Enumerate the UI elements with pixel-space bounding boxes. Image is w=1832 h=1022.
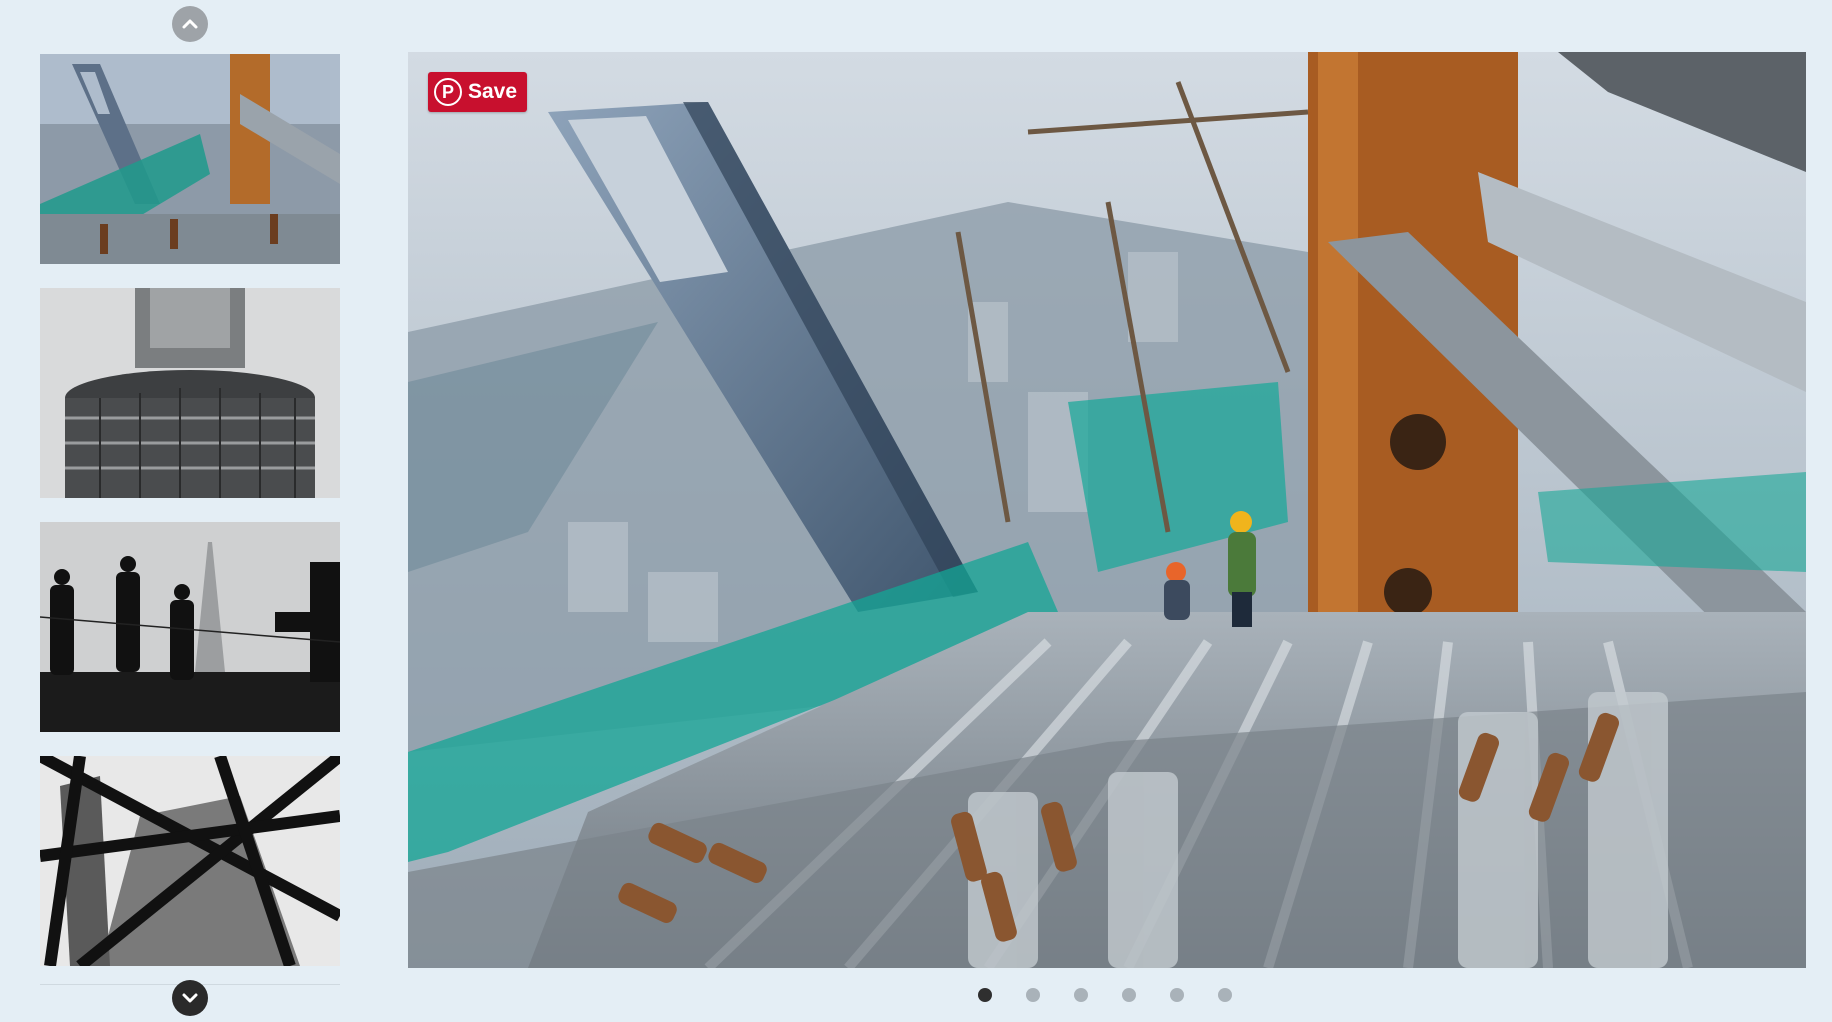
main-photo[interactable]: P Save [408,52,1806,968]
thumbnail-image [40,288,340,498]
pagination-dot-2[interactable] [1026,988,1040,1002]
pinterest-save-button[interactable]: P Save [428,72,528,112]
pagination-dot-4[interactable] [1122,988,1136,1002]
chevron-down-icon [182,993,198,1003]
thumbnails-scroll-down-button[interactable] [172,980,208,1016]
thumbnails-scroll-up-button[interactable] [172,6,208,42]
pagination-dot-6[interactable] [1218,988,1232,1002]
thumbnail-image [40,522,340,732]
pagination-dot-3[interactable] [1074,988,1088,1002]
thumbnail-3[interactable] [40,522,340,732]
thumbnail-image [40,54,340,264]
main-photo-image [408,52,1806,968]
pagination-dot-5[interactable] [1170,988,1184,1002]
pinterest-icon: P [434,78,462,106]
thumbnail-4[interactable] [40,756,340,966]
chevron-up-icon [182,19,198,29]
thumbnail-2[interactable] [40,288,340,498]
pin-save-label: Save [468,80,518,103]
slide-pagination [978,988,1232,1002]
thumbnail-image [40,756,340,966]
thumbnail-1[interactable] [40,54,340,264]
pagination-dot-1[interactable] [978,988,992,1002]
